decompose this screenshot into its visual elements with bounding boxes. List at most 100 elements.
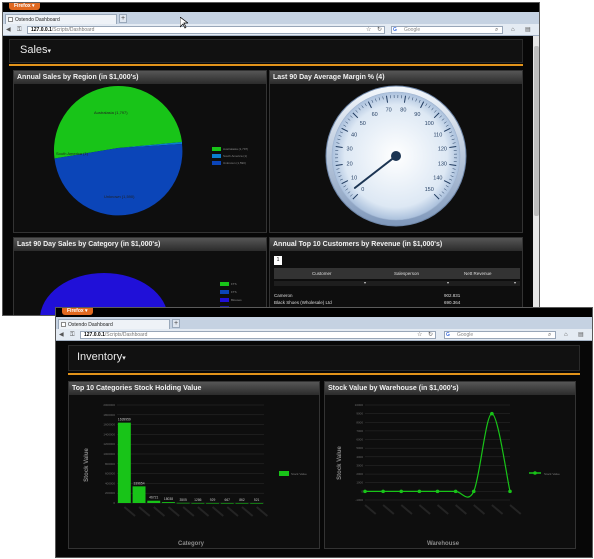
y-tick-label: 1800000	[103, 413, 115, 417]
data-point[interactable]	[471, 489, 476, 494]
stock-category-bar-chart: 0 200000 400000 600000 800000 1000000 1200000 1…	[84, 403, 307, 547]
bar[interactable]	[176, 502, 190, 504]
x-tick-label	[400, 504, 413, 515]
column-header-nett-revenue[interactable]: Nett Revenue	[464, 271, 492, 276]
tab-bar: Ostendo Dashboard +	[56, 317, 592, 329]
panel-sales-by-category: Last 90 Day Sales by Category (in $1,000…	[13, 237, 267, 315]
gauge-tick-label: 40	[351, 133, 357, 139]
x-tick-label	[226, 506, 239, 517]
bar[interactable]	[220, 502, 234, 504]
x-tick-label	[473, 504, 486, 515]
reload-icon[interactable]: ↻	[377, 26, 382, 34]
google-icon: G	[393, 27, 397, 33]
data-point[interactable]	[508, 489, 512, 494]
y-tick-label: 1000	[356, 481, 363, 485]
firefox-menu-button[interactable]: Firefox ▾	[9, 3, 40, 10]
filter-dropdown-icon[interactable]: ▾	[364, 280, 366, 285]
vertical-scrollbar[interactable]	[533, 36, 539, 315]
x-tick-label	[491, 504, 504, 515]
bar[interactable]	[117, 422, 131, 503]
reload-icon[interactable]: ↻	[428, 331, 433, 339]
bar-data-label: 339654	[134, 481, 145, 485]
gauge-tick-label: 60	[372, 112, 378, 118]
gauge-tick-label: 20	[347, 161, 353, 167]
bar[interactable]	[206, 502, 220, 504]
panel-title: Last 90 Day Sales by Category (in $1,000…	[14, 238, 266, 251]
google-icon: G	[446, 332, 450, 338]
page-icon	[61, 322, 66, 327]
tab-ostendo-dashboard[interactable]: Ostendo Dashboard	[58, 319, 170, 329]
bookmark-star-icon[interactable]: ☆	[417, 331, 422, 339]
y-tick-label: 0	[361, 489, 363, 493]
menu-icon[interactable]: ▤	[578, 331, 584, 339]
gauge-tick-label: 70	[386, 108, 392, 114]
data-point[interactable]	[363, 489, 367, 494]
column-header-customer[interactable]: Customer	[312, 271, 332, 276]
region-pie-chart: Australasia (1,797) South America (1) Un…	[53, 85, 183, 216]
bar[interactable]	[250, 502, 264, 504]
bar[interactable]	[235, 502, 249, 504]
data-point[interactable]	[435, 489, 440, 494]
url-bar[interactable]: 127.0.0.1/Scripts/Dashboard	[80, 331, 436, 339]
new-tab-button[interactable]: +	[172, 319, 180, 328]
y-tick-label: 200000	[105, 491, 115, 495]
bar[interactable]	[161, 502, 175, 503]
filter-dropdown-icon[interactable]: ▾	[447, 280, 449, 285]
panel-annual-sales-by-region: Annual Sales by Region (in $1,000's) Aus…	[13, 70, 267, 233]
data-point[interactable]	[453, 489, 458, 494]
pager-page-1[interactable]: 1	[274, 256, 282, 265]
legend-item: South America (1)	[212, 154, 247, 159]
cell-revenue: 902.831	[444, 293, 461, 298]
y-tick-label: 7000	[356, 429, 363, 433]
menu-icon[interactable]: ▤	[525, 26, 531, 34]
bar[interactable]	[147, 500, 161, 503]
x-tick-label	[364, 504, 377, 515]
back-icon[interactable]: ◀	[59, 331, 64, 339]
table-filter-row	[274, 281, 520, 286]
y-axis-title: Stock Value	[337, 445, 343, 479]
x-tick-label	[138, 506, 151, 517]
home-icon[interactable]: ⌂	[511, 26, 515, 34]
x-tick-label	[211, 506, 224, 517]
gauge-tick-label: 80	[400, 108, 406, 114]
bar[interactable]	[191, 502, 205, 504]
url-host: 127.0.0.1	[84, 332, 105, 338]
key-icon: ⚿	[70, 332, 75, 338]
search-icon[interactable]: ⌕	[548, 331, 551, 339]
legend-item: Australasia (1,797)	[212, 147, 248, 152]
dashboard-title[interactable]: Inventory▾	[77, 351, 126, 363]
legend-marker	[533, 471, 537, 475]
tab-ostendo-dashboard[interactable]: Ostendo Dashboard	[5, 14, 117, 24]
panel-title: Last 90 Day Average Margin % (4)	[270, 71, 522, 84]
firefox-menu-button[interactable]: Firefox ▾	[62, 308, 93, 315]
bookmark-star-icon[interactable]: ☆	[366, 26, 371, 34]
dashboard-title[interactable]: Sales▾	[20, 44, 51, 56]
x-tick-label	[436, 504, 449, 515]
url-bar[interactable]: 127.0.0.1/Scripts/Dashboard	[27, 26, 385, 34]
y-tick-label: 2000	[356, 472, 363, 476]
bar-data-label: 46721	[149, 496, 158, 500]
warehouse-line-chart: -1000 0 1000 2000 3000 4000 5000 6000 7000 8000 90…	[337, 403, 560, 547]
legend-item: Unknown (1,590)	[212, 161, 246, 166]
new-tab-button[interactable]: +	[119, 14, 127, 23]
column-header-salesperson[interactable]: Salesperson	[394, 271, 419, 276]
data-point[interactable]	[417, 489, 422, 494]
data-point[interactable]	[490, 411, 494, 416]
back-icon[interactable]: ◀	[6, 26, 11, 34]
sales-browser-window: Firefox ▾ Ostendo Dashboard + ◀ ⚿ 127.0.…	[2, 2, 540, 316]
search-box[interactable]: G Google	[444, 331, 556, 339]
home-icon[interactable]: ⌂	[564, 331, 568, 339]
data-point[interactable]	[399, 489, 404, 494]
data-point[interactable]	[381, 489, 385, 494]
bar-data-label: 929	[210, 498, 216, 502]
y-tick-label: 600000	[105, 472, 115, 476]
dashboard-content: Inventory▾ Top 10 Categories Stock Holdi…	[56, 341, 592, 557]
panel-stock-by-warehouse: Stock Value by Warehouse (in $1,000's) -…	[324, 381, 576, 549]
search-box[interactable]: G Google	[391, 26, 503, 34]
bar[interactable]	[132, 486, 146, 503]
filter-dropdown-icon[interactable]: ▾	[514, 280, 516, 285]
x-tick-label	[509, 504, 522, 515]
scrollbar-thumb[interactable]	[534, 46, 539, 216]
search-icon[interactable]: ⌕	[495, 26, 498, 34]
gauge-tick-label: 100	[425, 121, 434, 127]
